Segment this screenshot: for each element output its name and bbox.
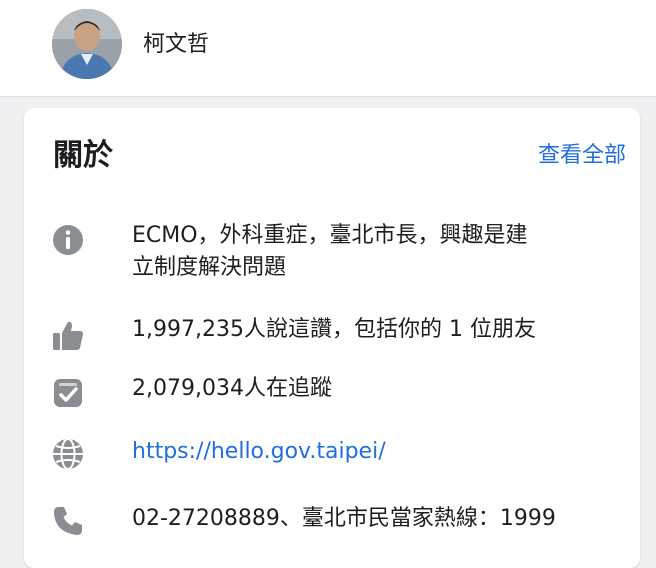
avatar[interactable] [52, 9, 122, 79]
intro-text: ECMO，外科重症，臺北市長，興趣是建 立制度解決問題 [132, 220, 528, 284]
about-card: 關於 查看全部 ECMO，外科重症，臺北市長，興趣是建 立制度解決問題 1,99… [24, 108, 640, 568]
profile-name[interactable]: 柯文哲 [143, 31, 209, 59]
thumbs-up-icon [53, 321, 83, 350]
intro-line-1: ECMO，外科重症，臺北市長，興趣是建 [132, 223, 528, 248]
globe-icon [53, 438, 83, 470]
website-link[interactable]: https://hello.gov.taipei/ [132, 436, 386, 468]
profile-header: 柯文哲 [0, 0, 656, 97]
about-title: 關於 [53, 138, 113, 173]
phone-icon [54, 507, 82, 535]
intro-line-2: 立制度解決問題 [132, 255, 287, 280]
see-all-link[interactable]: 查看全部 [538, 141, 626, 171]
likes-text: 1,997,235人說這讚，包括你的 1 位朋友 [132, 317, 536, 342]
followers-text: 2,079,034人在追蹤 [132, 376, 332, 401]
phone-text: 02-27208889、臺北市民當家熱線：1999 [132, 506, 556, 531]
info-icon [53, 225, 83, 255]
follow-inbox-icon [54, 379, 82, 407]
profile-photo-icon [52, 9, 122, 79]
